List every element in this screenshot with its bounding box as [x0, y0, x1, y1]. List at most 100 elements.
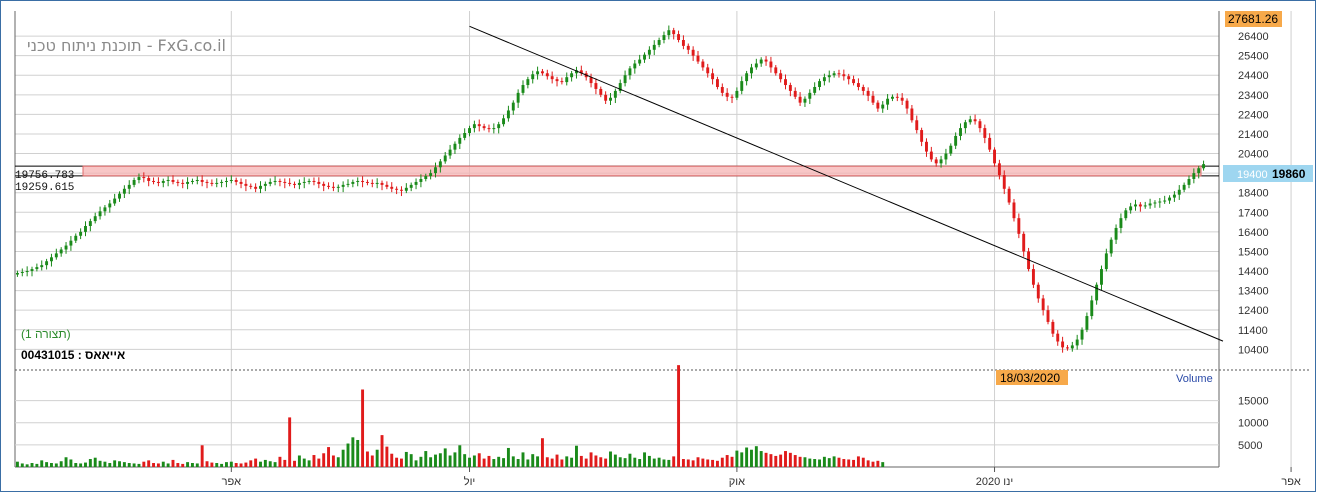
candle-body	[400, 189, 403, 191]
volume-bar	[331, 455, 335, 467]
candle-body	[1046, 310, 1050, 322]
candle-body	[448, 149, 452, 156]
volume-bar	[540, 438, 544, 467]
volume-tick-label: 15000	[1238, 396, 1269, 408]
support-zone	[82, 165, 1202, 177]
candle-body	[254, 186, 258, 189]
candle-body	[122, 188, 126, 194]
candle-body	[788, 85, 792, 91]
candle-body	[268, 181, 272, 184]
volume-bar	[502, 458, 506, 467]
candle-body	[210, 182, 214, 184]
volume-bar	[477, 453, 481, 467]
candle-body	[895, 96, 899, 98]
volume-bar	[336, 457, 340, 467]
volume-bar	[531, 454, 535, 467]
volume-bar	[302, 458, 306, 467]
price-tick-label: 24400	[1238, 70, 1269, 82]
volume-bar	[550, 458, 554, 467]
candle-body	[565, 77, 569, 83]
candle-body	[137, 177, 141, 180]
volume-bar	[570, 457, 574, 467]
volume-bar	[356, 439, 360, 467]
volume-bar	[404, 451, 408, 467]
date-badge: 18/03/2020	[1000, 371, 1060, 385]
candle-body	[910, 108, 914, 121]
candle-body	[954, 135, 958, 146]
candle-body	[599, 88, 603, 95]
volume-bar	[278, 456, 282, 467]
candle-body	[837, 73, 841, 75]
volume-bar	[672, 456, 676, 467]
volume-bar	[40, 460, 44, 467]
volume-bar	[847, 459, 851, 467]
volume-bar	[448, 455, 452, 467]
volume-bar	[618, 457, 622, 467]
volume-bar	[443, 448, 447, 467]
volume-bar	[54, 463, 58, 467]
candle-body	[730, 96, 734, 98]
candle-body	[365, 181, 369, 183]
volume-bar	[293, 460, 296, 467]
support-lower-label: 19259.615	[15, 182, 74, 194]
candle-body	[540, 71, 544, 74]
candle-body	[1143, 205, 1147, 207]
candle-body	[643, 54, 646, 60]
volume-bar	[852, 459, 856, 467]
candle-body	[195, 179, 199, 181]
volume-bar	[424, 451, 428, 467]
candle-body	[983, 128, 987, 138]
candle-body	[978, 121, 982, 129]
volume-bar	[511, 456, 515, 467]
volume-bar	[677, 365, 681, 467]
candle-body	[278, 180, 282, 182]
candle-body	[711, 73, 715, 80]
volume-bar	[468, 457, 471, 467]
candle-body	[307, 180, 311, 182]
candle-body	[161, 180, 165, 183]
candle-body	[1041, 298, 1045, 311]
candle-body	[356, 180, 360, 182]
volume-bar	[613, 454, 617, 467]
volume-bar	[307, 460, 311, 467]
candle-body	[511, 102, 515, 111]
candle-body	[1090, 300, 1094, 317]
candle-body	[866, 90, 870, 96]
volume-bar	[122, 462, 126, 467]
candle-body	[516, 92, 520, 103]
price-tick-label: 10400	[1238, 344, 1269, 356]
candle-body	[288, 182, 292, 184]
candle-body	[808, 92, 812, 99]
volume-bar	[98, 460, 102, 467]
candle-body	[25, 271, 29, 273]
volume-bar	[837, 457, 841, 467]
volume-bar	[390, 453, 394, 467]
candle-body	[769, 61, 773, 68]
volume-bar	[725, 455, 729, 467]
price-tick-label: 20400	[1238, 149, 1269, 161]
candle-body	[1104, 253, 1108, 270]
stock-chart: 26400 25400 24400 23400 22400 21400 20400 19400…	[14, 11, 1313, 488]
volume-bar	[788, 452, 792, 467]
volume-bar	[156, 463, 160, 467]
candle-body	[745, 73, 749, 82]
candle-body	[171, 179, 175, 182]
candle-body	[1070, 345, 1074, 349]
volume-bar	[190, 463, 194, 467]
volume-bar	[351, 437, 355, 467]
volume-bar	[195, 463, 199, 467]
volume-bar	[521, 452, 525, 467]
candle-body	[147, 178, 151, 181]
candle-body	[706, 67, 710, 74]
volume-bar	[803, 457, 807, 467]
volume-bar	[628, 453, 632, 467]
candle-body	[361, 180, 365, 182]
price-tick-label: 11400	[1238, 325, 1268, 337]
candle-body	[302, 181, 306, 183]
price-tick-label: 23400	[1238, 90, 1269, 102]
candle-body	[628, 68, 632, 76]
candle-body	[283, 181, 287, 183]
volume-bar	[210, 462, 214, 467]
price-tick-label: 15400	[1238, 246, 1269, 258]
volume-bar	[25, 464, 29, 467]
